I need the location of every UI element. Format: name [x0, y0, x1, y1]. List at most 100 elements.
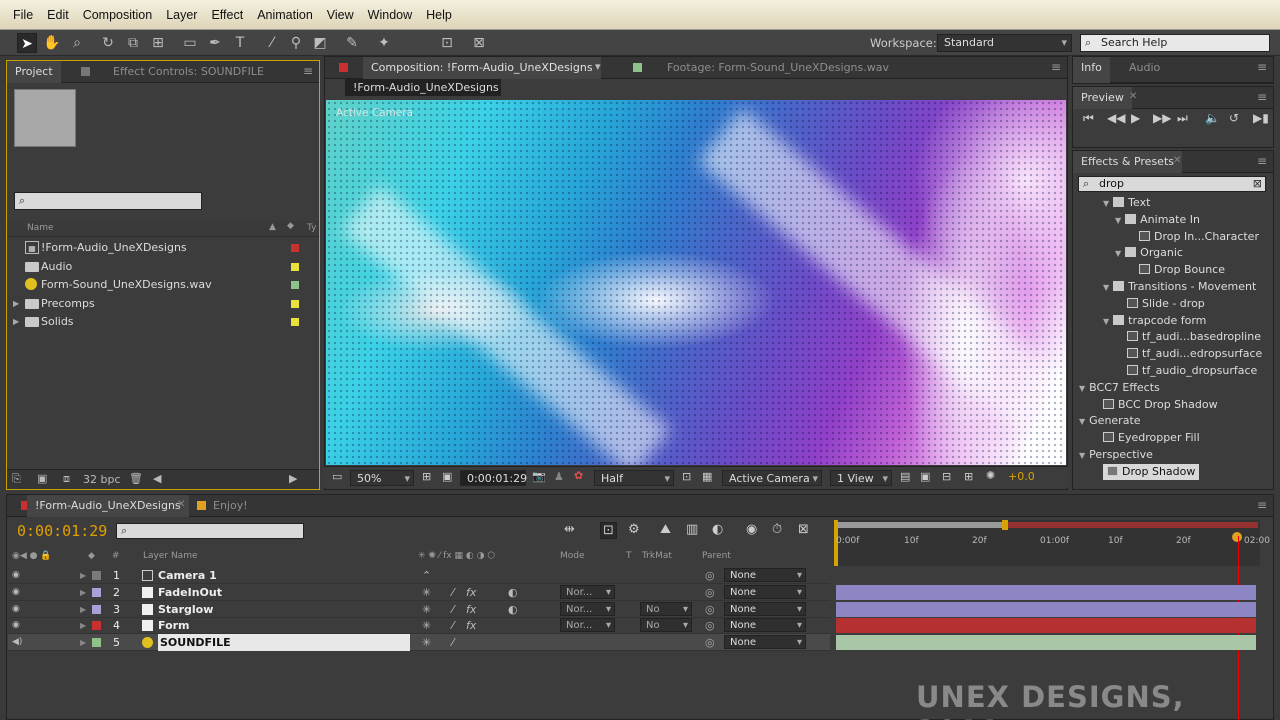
effects-item[interactable]: Drop Shadow — [1103, 463, 1200, 480]
track-matte-select[interactable]: No ▾ — [640, 618, 692, 633]
tab-effects-presets[interactable]: Effects & Presets — [1073, 151, 1182, 173]
bpc-label[interactable]: 32 bpc — [83, 473, 121, 486]
visibility-eye-icon[interactable]: ◉ — [12, 567, 20, 584]
current-time-indicator[interactable] — [1232, 532, 1242, 542]
tab-composition[interactable]: Composition: !Form-Audio_UneXDesigns — [363, 57, 601, 79]
play-icon[interactable]: ▶ — [1131, 111, 1140, 125]
effects-search-input[interactable]: ⌕ drop ⊠ — [1078, 176, 1266, 192]
panel-menu-icon[interactable]: ≡ — [1257, 60, 1267, 74]
eraser-tool-icon[interactable]: ◩ — [310, 33, 330, 53]
tab-audio[interactable]: Audio — [1121, 57, 1168, 79]
project-item[interactable]: ▦ !Form-Audio_UneXDesigns — [7, 239, 319, 257]
layer-name[interactable]: SOUNDFILE — [158, 634, 410, 652]
work-area-bar[interactable] — [834, 522, 1006, 528]
timeline-search-input[interactable]: ⌕ — [116, 523, 304, 539]
effects-item[interactable]: ▼ Animate In — [1115, 212, 1200, 228]
expand-triangle-icon[interactable]: ▶ — [13, 295, 19, 313]
delete-icon[interactable]: 🗑 — [129, 472, 143, 485]
tab-effect-controls[interactable]: Effect Controls: SOUNDFILE — [105, 61, 272, 83]
effects-item[interactable]: tf_audi...basedropline — [1127, 329, 1261, 345]
draft-3d-icon[interactable]: ⚙ — [628, 522, 640, 537]
search-help-input[interactable]: ⌕ Search Help — [1080, 34, 1270, 52]
quality-switch-icon[interactable]: ⁄ — [452, 634, 454, 651]
auto-keyframe-icon[interactable]: ⏱ — [772, 522, 782, 537]
fx-switch-icon[interactable]: fx — [466, 617, 476, 634]
type-tool-icon[interactable]: T — [230, 33, 250, 53]
shy-switch-icon[interactable]: ✳ — [422, 634, 431, 651]
workspace-select[interactable]: Standard ▾ — [937, 34, 1072, 52]
layer-row[interactable]: ◉ ▶ 3 Starglow ✳ ⁄ fx ◐ Nor... ▾ No ▾ ◎ None ▾ — [8, 601, 830, 618]
layer-name[interactable]: Camera 1 — [158, 567, 217, 584]
effects-item[interactable]: ▼ Text — [1103, 195, 1150, 211]
tab-footage[interactable]: Footage: Form-Sound_UneXDesigns.wav — [659, 57, 897, 79]
composition-navigator-tab[interactable]: !Form-Audio_UneXDesigns — [345, 79, 501, 96]
region-of-interest-icon[interactable]: ⊡ — [682, 470, 691, 483]
visibility-eye-icon[interactable]: ◉ — [12, 584, 20, 601]
tab-project[interactable]: Project — [7, 61, 61, 83]
pick-whip-icon[interactable]: ◎ — [705, 567, 715, 584]
scroll-right-icon[interactable]: ▶ — [289, 472, 297, 485]
expand-triangle-icon[interactable]: ▶ — [80, 584, 86, 601]
layer-row[interactable]: ◉ ▶ 1 Camera 1 ⌃ ◎ None ▾ — [8, 567, 830, 584]
label-color-swatch[interactable] — [291, 318, 299, 326]
motion-blur-icon[interactable]: ◐ — [712, 522, 723, 537]
brush-tool-icon[interactable]: ⁄ — [262, 33, 282, 53]
effects-item[interactable]: tf_audio_dropsurface — [1127, 363, 1257, 379]
layer-name[interactable]: Form — [158, 617, 190, 634]
composition-mini-flowchart-icon[interactable]: ⇹ — [564, 522, 575, 537]
panel-menu-icon[interactable]: ≡ — [1051, 60, 1061, 74]
view-axis-mode-icon[interactable]: ⊠ — [469, 33, 489, 53]
snapshot-icon[interactable]: 📷 — [532, 470, 546, 483]
collapse-triangle-icon[interactable]: ▼ — [1079, 417, 1085, 426]
label-color-swatch[interactable] — [291, 244, 299, 252]
menu-edit[interactable]: Edit — [40, 8, 76, 22]
layer-duration-bar[interactable] — [836, 635, 1256, 651]
toggle-mask-icon[interactable]: ▣ — [442, 470, 452, 483]
collapse-triangle-icon[interactable]: ▼ — [1103, 283, 1109, 292]
flowchart-icon[interactable]: ⊞ — [964, 470, 973, 483]
visibility-eye-icon[interactable]: ◉ — [12, 617, 20, 634]
quality-switch-icon[interactable]: ⁄ — [452, 617, 454, 634]
expand-triangle-icon[interactable]: ▶ — [13, 313, 19, 331]
layer-label-swatch[interactable] — [92, 587, 101, 597]
pick-whip-icon[interactable]: ◎ — [705, 617, 715, 634]
audio-icon[interactable]: 🔈 — [1205, 111, 1220, 125]
effects-item[interactable]: ▼ Transitions - Movement — [1103, 279, 1256, 295]
hide-shy-layers-icon[interactable]: ⛰ — [660, 522, 671, 537]
collapse-triangle-icon[interactable]: ▼ — [1103, 199, 1109, 208]
motion-blur-switch-icon[interactable]: ◐ — [508, 601, 518, 618]
panel-menu-icon[interactable]: ≡ — [1257, 498, 1267, 512]
rotation-tool-icon[interactable]: ↻ — [98, 33, 118, 53]
current-time-display[interactable]: 0:00:01:29 — [460, 470, 527, 486]
last-frame-icon[interactable]: ⏭ — [1177, 111, 1188, 126]
effects-item[interactable]: Drop Bounce — [1139, 262, 1225, 278]
resolution-select[interactable]: Half ▾ — [594, 470, 674, 486]
new-folder-icon[interactable]: ▣ — [37, 472, 47, 485]
first-frame-icon[interactable]: ⏮ — [1083, 111, 1094, 126]
tab-info[interactable]: Info — [1073, 57, 1110, 83]
project-item[interactable]: ▶ Solids — [7, 313, 319, 331]
zoom-tool-icon[interactable]: ⌕ — [67, 33, 87, 53]
visibility-eye-icon[interactable]: ◉ — [12, 601, 20, 618]
collapse-triangle-icon[interactable]: ▼ — [1079, 384, 1085, 393]
local-axis-mode-icon[interactable]: ⊡ — [437, 33, 457, 53]
audio-toggle-icon[interactable]: ◀) — [12, 634, 22, 651]
project-item[interactable]: ▶ Precomps — [7, 295, 319, 313]
collapse-triangle-icon[interactable]: ▼ — [1103, 317, 1109, 326]
layer-name[interactable]: FadeInOut — [158, 584, 222, 601]
pick-whip-icon[interactable]: ◎ — [705, 601, 715, 618]
menu-window[interactable]: Window — [361, 8, 419, 22]
expand-triangle-icon[interactable]: ▶ — [80, 617, 86, 634]
effects-item[interactable]: BCC Drop Shadow — [1103, 397, 1218, 413]
previous-frame-icon[interactable]: ◀◀ — [1107, 111, 1125, 125]
collapse-triangle-icon[interactable]: ▼ — [1115, 216, 1121, 225]
graph-editor-icon[interactable]: ⊠ — [798, 522, 809, 537]
brainstorm-icon[interactable]: ◉ — [746, 522, 757, 537]
effects-item[interactable]: ▼ BCC7 Effects — [1079, 380, 1160, 396]
label-color-swatch[interactable] — [291, 299, 299, 308]
next-frame-icon[interactable]: ▶▶ — [1153, 111, 1171, 125]
column-layer-name[interactable]: Layer Name — [143, 551, 198, 561]
live-update-icon[interactable]: ⊡ — [600, 522, 617, 539]
parent-select[interactable]: None ▾ — [724, 618, 806, 633]
effects-item[interactable]: Drop In...Character — [1139, 229, 1259, 245]
